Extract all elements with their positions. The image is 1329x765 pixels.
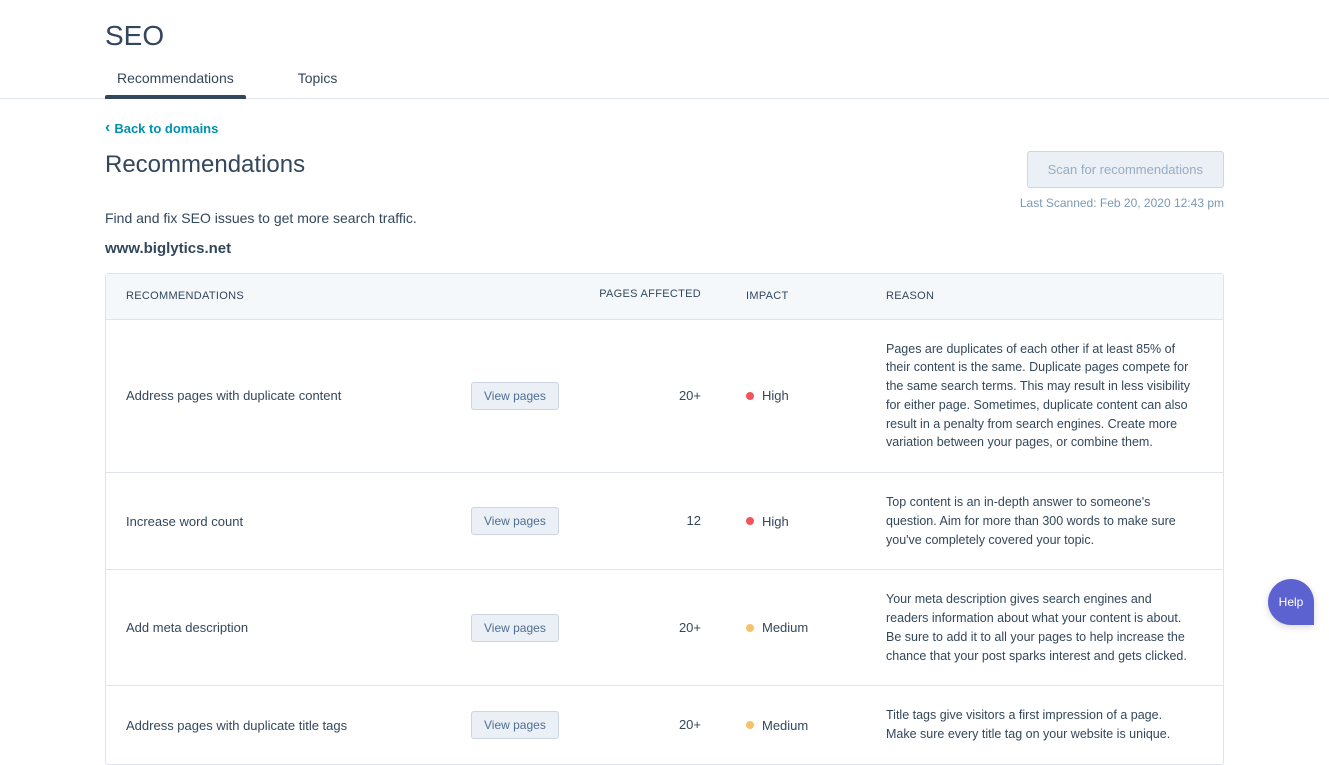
pages-affected-value: 20+ xyxy=(679,388,701,403)
recommendations-table: RECOMMENDATIONS PAGES AFFECTED IMPACT RE… xyxy=(105,273,1224,765)
impact-label: High xyxy=(762,388,789,403)
impact-dot-icon xyxy=(746,517,754,525)
tab-topics[interactable]: Topics xyxy=(286,70,350,98)
impact-dot-icon xyxy=(746,392,754,400)
view-pages-button[interactable]: View pages xyxy=(471,711,559,739)
table-header: RECOMMENDATIONS PAGES AFFECTED IMPACT RE… xyxy=(106,274,1223,320)
help-button[interactable]: Help xyxy=(1268,579,1314,625)
scan-for-recommendations-button[interactable]: Scan for recommendations xyxy=(1027,151,1224,188)
table-row: Add meta description View pages 20+ Medi… xyxy=(106,570,1223,686)
recommendation-title: Address pages with duplicate content xyxy=(126,388,341,403)
view-pages-button[interactable]: View pages xyxy=(471,382,559,410)
table-row: Address pages with duplicate content Vie… xyxy=(106,320,1223,474)
table-row: Address pages with duplicate title tags … xyxy=(106,686,1223,764)
reason-text: Title tags give visitors a first impress… xyxy=(886,706,1203,744)
page-title: SEO xyxy=(105,20,1224,52)
impact-dot-icon xyxy=(746,624,754,632)
view-pages-button[interactable]: View pages xyxy=(471,614,559,642)
impact-label: High xyxy=(762,514,789,529)
tab-recommendations[interactable]: Recommendations xyxy=(105,70,246,98)
reason-text: Your meta description gives search engin… xyxy=(886,590,1203,665)
column-header-pages-affected: PAGES AFFECTED xyxy=(591,288,746,305)
column-header-reason: REASON xyxy=(886,288,1203,305)
tabs-container: Recommendations Topics xyxy=(0,70,1329,99)
recommendations-heading: Recommendations xyxy=(105,151,305,179)
last-scanned-text: Last Scanned: Feb 20, 2020 12:43 pm xyxy=(1020,196,1224,210)
view-pages-button[interactable]: View pages xyxy=(471,507,559,535)
impact-dot-icon xyxy=(746,721,754,729)
table-row: Increase word count View pages 12 High T… xyxy=(106,473,1223,570)
column-header-recommendations: RECOMMENDATIONS xyxy=(126,288,591,305)
domain-name: www.biglytics.net xyxy=(105,240,1224,257)
recommendation-title: Address pages with duplicate title tags xyxy=(126,718,347,733)
pages-affected-value: 20+ xyxy=(679,717,701,732)
back-to-domains-link[interactable]: Back to domains xyxy=(105,120,218,136)
column-header-impact: IMPACT xyxy=(746,288,886,305)
impact-label: Medium xyxy=(762,718,808,733)
reason-text: Top content is an in-depth answer to som… xyxy=(886,493,1203,549)
subtitle-text: Find and fix SEO issues to get more sear… xyxy=(105,210,1224,226)
pages-affected-value: 12 xyxy=(687,513,701,528)
impact-label: Medium xyxy=(762,620,808,635)
recommendation-title: Increase word count xyxy=(126,514,243,529)
reason-text: Pages are duplicates of each other if at… xyxy=(886,340,1203,453)
recommendation-title: Add meta description xyxy=(126,620,248,635)
pages-affected-value: 20+ xyxy=(679,620,701,635)
